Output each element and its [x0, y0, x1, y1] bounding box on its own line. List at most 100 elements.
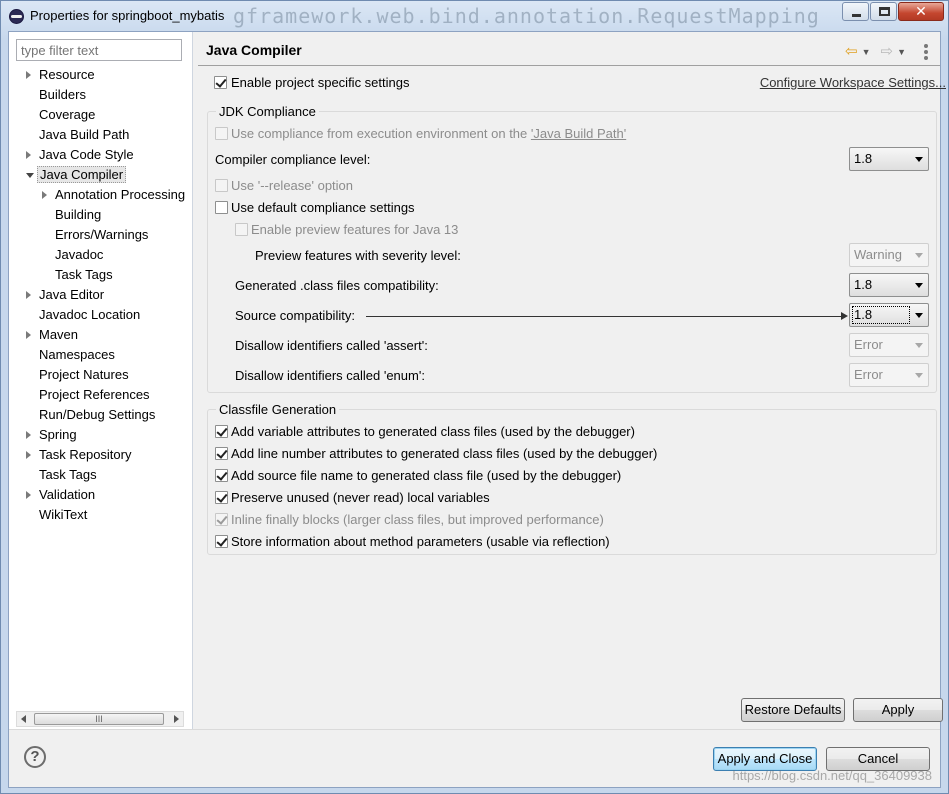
expanded-triangle-icon[interactable] — [26, 173, 34, 178]
collapsed-triangle-icon[interactable] — [26, 71, 31, 79]
classfile-option-label[interactable]: Add variable attributes to generated cla… — [231, 424, 635, 440]
collapsed-triangle-icon[interactable] — [26, 451, 31, 459]
tree-item-label: Java Editor — [39, 287, 105, 302]
tree-item[interactable]: Builders — [37, 86, 88, 104]
tree-item[interactable]: WikiText — [37, 506, 89, 524]
tree-item[interactable]: Project Natures — [37, 366, 131, 384]
close-icon: ✕ — [915, 3, 927, 19]
horizontal-scrollbar[interactable]: III — [16, 711, 184, 727]
maximize-button[interactable] — [870, 2, 897, 21]
preview-severity-select[interactable]: Warning — [849, 243, 929, 267]
tree-item[interactable]: Validation — [26, 486, 97, 504]
default-compliance-checkbox[interactable] — [215, 201, 228, 214]
title-separator — [198, 65, 940, 66]
release-option-label: Use '--release' option — [231, 178, 354, 193]
tree-item-label: Task Tags — [39, 467, 97, 482]
minimize-button[interactable] — [842, 2, 869, 21]
classfile-option-checkbox[interactable] — [215, 447, 228, 460]
tree-item[interactable]: Maven — [26, 326, 80, 344]
tree-item[interactable]: Project References — [37, 386, 152, 404]
apply-button[interactable]: Apply — [853, 698, 943, 722]
help-icon[interactable]: ? — [24, 746, 46, 768]
class-compat-select[interactable]: 1.8 — [849, 273, 929, 297]
tree-item[interactable]: Javadoc Location — [37, 306, 142, 324]
configure-workspace-link[interactable]: Configure Workspace Settings... — [760, 75, 946, 91]
compiler-level-select[interactable]: 1.8 — [849, 147, 929, 171]
tree-item[interactable]: Building — [53, 206, 103, 224]
classfile-option-checkbox[interactable] — [215, 513, 228, 526]
use-compliance-text: Use compliance from execution environmen… — [231, 126, 531, 141]
tree-item[interactable]: Run/Debug Settings — [37, 406, 157, 424]
collapsed-triangle-icon[interactable] — [26, 431, 31, 439]
tree-item[interactable]: Coverage — [37, 106, 97, 124]
release-option-checkbox[interactable] — [215, 179, 228, 192]
tree-item[interactable]: Task Tags — [53, 266, 115, 284]
forward-dropdown-icon[interactable]: ▼ — [897, 47, 906, 57]
classfile-option-label[interactable]: Preserve unused (never read) local varia… — [231, 490, 490, 506]
tree-item-label: Spring — [39, 427, 77, 442]
java-build-path-link[interactable]: 'Java Build Path' — [531, 126, 626, 141]
close-button[interactable]: ✕ — [898, 2, 944, 21]
dialog-button-bar: ? Apply and Close Cancel https://blog.cs… — [9, 729, 940, 787]
back-dropdown-icon[interactable]: ▼ — [862, 47, 871, 57]
preview-severity-label: Preview features with severity level: — [255, 248, 461, 263]
enable-project-specific-label[interactable]: Enable project specific settings — [231, 75, 409, 91]
enable-project-specific-checkbox[interactable] — [214, 76, 227, 89]
tree-item[interactable]: Resource — [26, 66, 97, 84]
tree-item[interactable]: Namespaces — [37, 346, 117, 364]
collapsed-triangle-icon[interactable] — [42, 191, 47, 199]
tree-item[interactable]: Java Compiler — [26, 166, 127, 184]
classfile-option-label[interactable]: Store information about method parameter… — [231, 534, 610, 550]
enum-identifier-select[interactable]: Error — [849, 363, 929, 387]
collapsed-triangle-icon[interactable] — [26, 291, 31, 299]
classfile-generation-title: Classfile Generation — [216, 402, 340, 418]
tree-item[interactable]: Annotation Processing — [42, 186, 187, 204]
tree-item[interactable]: Task Repository — [26, 446, 133, 464]
collapsed-triangle-icon[interactable] — [26, 491, 31, 499]
preview-features-checkbox[interactable] — [235, 223, 248, 236]
classfile-option-label[interactable]: Add line number attributes to generated … — [231, 446, 657, 462]
dialog-client-area: Resource Builders Coverage Java Build Path J… — [8, 31, 946, 788]
tree-item[interactable]: Java Code Style — [26, 146, 136, 164]
view-menu-icon[interactable] — [924, 42, 928, 62]
restore-defaults-button[interactable]: Restore Defaults — [741, 698, 845, 722]
tree-item[interactable]: Java Build Path — [37, 126, 131, 144]
title-bar[interactable]: gframework.web.bind.annotation.RequestMa… — [1, 1, 948, 31]
classfile-option-checkbox[interactable] — [215, 535, 228, 548]
tree-item[interactable]: Java Editor — [26, 286, 106, 304]
tree-item-label: Validation — [39, 487, 96, 502]
page-title: Java Compiler — [206, 42, 302, 58]
chevron-down-icon — [915, 157, 923, 162]
classfile-option-label[interactable]: Inline finally blocks (larger class file… — [231, 512, 604, 528]
tree-item[interactable]: Errors/Warnings — [53, 226, 150, 244]
classfile-option-checkbox[interactable] — [215, 491, 228, 504]
tree-item-label: Namespaces — [39, 347, 115, 362]
classfile-option-checkbox[interactable] — [215, 425, 228, 438]
collapsed-triangle-icon[interactable] — [26, 331, 31, 339]
collapsed-triangle-icon[interactable] — [26, 151, 31, 159]
default-compliance-label[interactable]: Use default compliance settings — [231, 200, 415, 216]
tree-item-label: Coverage — [39, 107, 96, 122]
filter-input[interactable] — [16, 39, 182, 61]
class-compat-value: 1.8 — [854, 277, 873, 292]
back-arrow-icon[interactable]: ⇦ — [845, 44, 858, 60]
scrollbar-thumb[interactable]: III — [34, 713, 164, 725]
tree-item[interactable]: Javadoc — [53, 246, 105, 264]
classfile-option-label[interactable]: Add source file name to generated class … — [231, 468, 621, 484]
scroll-right-icon[interactable] — [174, 715, 179, 723]
window-title: Properties for springboot_mybatis — [30, 8, 225, 23]
use-compliance-label: Use compliance from execution environmen… — [231, 126, 626, 142]
classfile-option-checkbox[interactable] — [215, 469, 228, 482]
tree-item-label: WikiText — [39, 507, 88, 522]
annotation-arrow-icon — [841, 312, 848, 320]
forward-arrow-icon[interactable]: ⇨ — [881, 44, 894, 60]
use-compliance-checkbox[interactable] — [215, 127, 228, 140]
source-compat-select[interactable]: 1.8 — [849, 303, 929, 327]
source-compat-value: 1.8 — [852, 306, 910, 324]
assert-identifier-select[interactable]: Error — [849, 333, 929, 357]
tree-item[interactable]: Task Tags — [37, 466, 99, 484]
scroll-left-icon[interactable] — [21, 715, 26, 723]
assert-identifier-label: Disallow identifiers called 'assert': — [235, 338, 428, 353]
chevron-down-icon — [915, 313, 923, 318]
tree-item[interactable]: Spring — [26, 426, 79, 444]
